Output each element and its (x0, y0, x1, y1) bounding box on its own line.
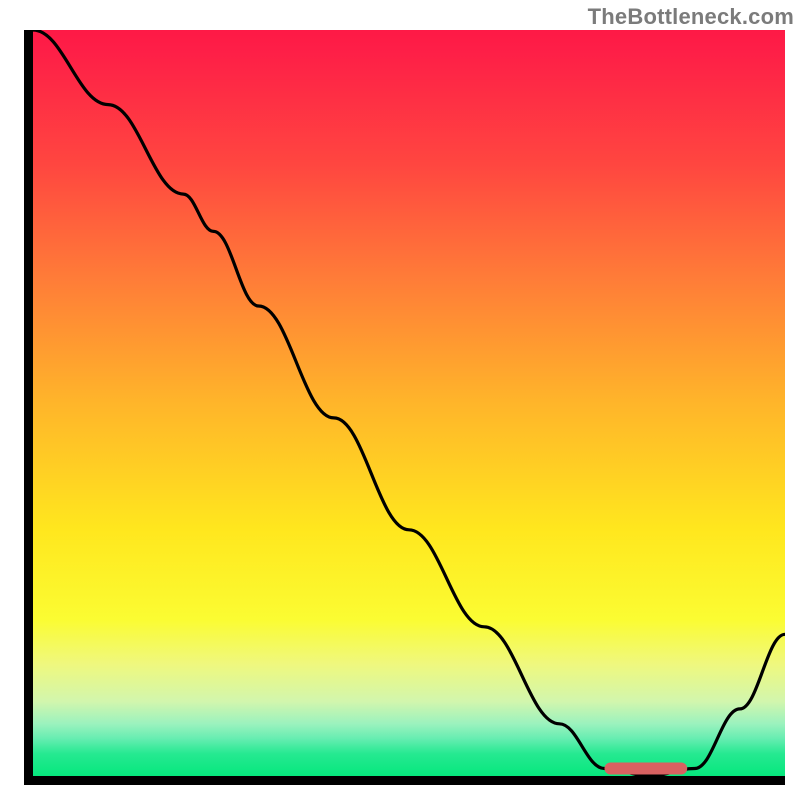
chart-canvas: TheBottleneck.com (0, 0, 800, 800)
bottleneck-curve (33, 30, 785, 776)
chart-overlay (33, 30, 785, 776)
plot-area (24, 30, 785, 785)
optimal-marker (605, 763, 688, 775)
watermark-label: TheBottleneck.com (588, 4, 794, 30)
